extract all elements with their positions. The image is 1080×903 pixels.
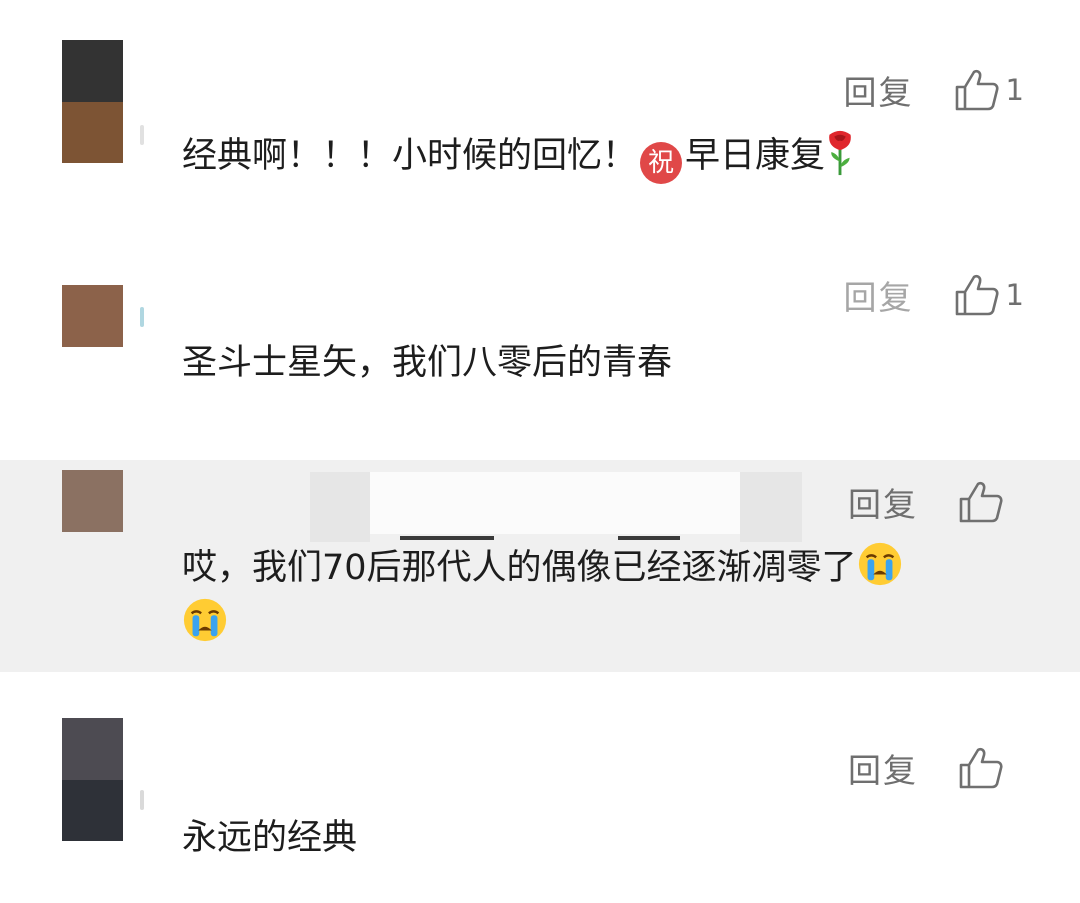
reply-button[interactable]: 回复 (844, 271, 914, 319)
like-count: 1 (1005, 73, 1024, 107)
reply-button[interactable]: 回复 (848, 478, 918, 526)
thumbs-up-icon (958, 746, 1004, 790)
avatar[interactable] (62, 470, 123, 532)
comment-text: 圣斗士星矢，我们八零后的青春 (182, 343, 673, 383)
comment-text: 哎，我们70后那代人的偶像已经逐渐凋零了 (182, 540, 1030, 652)
crying-emoji-icon (857, 541, 903, 587)
comment-text: 经典啊！！！小时候的回忆！祝早日康复 (182, 128, 1030, 184)
like-button[interactable]: 1 (954, 68, 1024, 112)
avatar[interactable] (62, 718, 123, 841)
crying-emoji-icon (182, 597, 228, 643)
reply-button[interactable]: 回复 (848, 744, 918, 792)
redacted-area (310, 472, 370, 542)
thumbs-up-icon (954, 273, 1000, 317)
comment-item: 回复 1 经典啊！！！小时候的回忆！祝早日康复 (0, 0, 1080, 245)
comment-item: 回复 1 圣斗士星矢，我们八零后的青春 (0, 245, 1080, 460)
like-count: 1 (1005, 278, 1024, 312)
redacted-area (740, 472, 802, 542)
reply-button[interactable]: 回复 (844, 66, 914, 114)
like-button[interactable] (958, 480, 1024, 524)
thumbs-up-icon (954, 68, 1000, 112)
avatar-edge (140, 125, 144, 145)
like-button[interactable]: 1 (954, 273, 1024, 317)
like-button[interactable] (958, 746, 1024, 790)
comment-item: 回复 哎，我们70后那代人的偶像已经逐渐凋零了 (0, 460, 1080, 672)
avatar-edge (140, 790, 144, 810)
comment-item: 回复 永远的经典 (0, 672, 1080, 903)
redacted-area (370, 472, 740, 534)
avatar-edge (140, 307, 144, 327)
zhu-emoji-icon: 祝 (640, 142, 683, 184)
comment-text: 永远的经典 (182, 818, 358, 858)
thumbs-up-icon (958, 480, 1004, 524)
avatar[interactable] (62, 285, 123, 347)
rose-emoji-icon (825, 129, 855, 177)
avatar[interactable] (62, 40, 123, 163)
